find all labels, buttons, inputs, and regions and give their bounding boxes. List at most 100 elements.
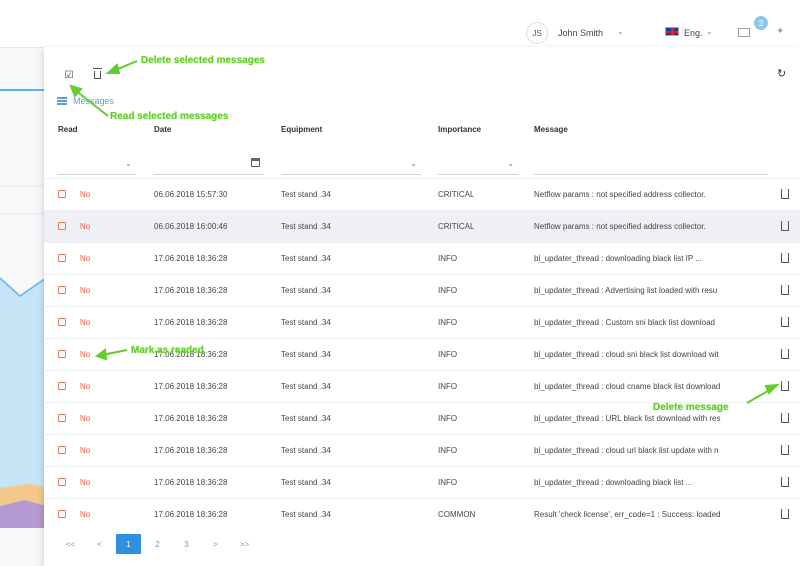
- row-message: bl_updater_thread : downloading black li…: [534, 478, 693, 487]
- check-square-icon[interactable]: ☑: [62, 68, 76, 82]
- row-checkbox[interactable]: [58, 446, 66, 454]
- row-date: 06.06.2018 15:57:30: [154, 190, 228, 199]
- importance-filter-select[interactable]: ⌄: [438, 153, 518, 175]
- page-2-button[interactable]: 2: [145, 534, 170, 554]
- trash-icon[interactable]: [781, 221, 789, 231]
- last-page-button[interactable]: >>: [232, 534, 257, 554]
- row-message: Result 'check license', err_code=1 : Suc…: [534, 510, 721, 519]
- read-status[interactable]: No: [80, 510, 90, 519]
- message-filter-input[interactable]: [534, 153, 768, 175]
- table-row[interactable]: No 17.06.2018 18:36:28 Test stand .34 IN…: [44, 434, 800, 466]
- read-status[interactable]: No: [80, 414, 90, 423]
- trash-icon[interactable]: [781, 253, 789, 263]
- tab-messages[interactable]: Messages: [57, 96, 114, 106]
- chevron-down-icon[interactable]: ⌄: [617, 27, 624, 36]
- refresh-icon[interactable]: ↻: [777, 67, 786, 80]
- read-status[interactable]: No: [80, 190, 90, 199]
- row-equipment: Test stand .34: [281, 318, 331, 327]
- row-equipment: Test stand .34: [281, 446, 331, 455]
- username[interactable]: John Smith: [558, 28, 603, 38]
- prev-page-button[interactable]: <: [87, 534, 112, 554]
- column-header-importance[interactable]: Importance: [438, 125, 481, 134]
- first-page-button[interactable]: <<: [58, 534, 83, 554]
- read-filter-select[interactable]: ⌄: [58, 153, 136, 175]
- avatar[interactable]: JS: [526, 22, 548, 44]
- equipment-filter-select[interactable]: ⌄: [281, 153, 421, 175]
- row-checkbox[interactable]: [58, 286, 66, 294]
- read-status[interactable]: No: [80, 382, 90, 391]
- background-chart: [0, 48, 46, 566]
- row-checkbox[interactable]: [58, 478, 66, 486]
- chevron-down-icon: ⌄: [507, 159, 514, 168]
- page-3-button[interactable]: 3: [174, 534, 199, 554]
- row-checkbox[interactable]: [58, 318, 66, 326]
- chevron-down-icon[interactable]: ⌄: [706, 27, 713, 36]
- page-1-button[interactable]: 1: [116, 534, 141, 554]
- table-row[interactable]: No 17.06.2018 18:36:28 Test stand .34 CO…: [44, 498, 800, 530]
- row-equipment: Test stand .34: [281, 382, 331, 391]
- pin-icon[interactable]: ✦: [776, 26, 784, 37]
- row-importance: INFO: [438, 350, 458, 359]
- trash-icon[interactable]: [781, 477, 789, 487]
- notification-badge[interactable]: 2: [754, 16, 768, 30]
- read-status[interactable]: No: [80, 478, 90, 487]
- row-checkbox[interactable]: [58, 382, 66, 390]
- table-row[interactable]: No 17.06.2018 18:36:28 Test stand .34 IN…: [44, 370, 800, 402]
- table-row[interactable]: No 17.06.2018 18:36:28 Test stand .34 IN…: [44, 274, 800, 306]
- column-header-equipment[interactable]: Equipment: [281, 125, 322, 134]
- read-status[interactable]: No: [80, 446, 90, 455]
- row-message: bl_updater_thread : cloud sni black list…: [534, 350, 719, 359]
- trash-icon[interactable]: [781, 317, 789, 327]
- row-importance: CRITICAL: [438, 222, 475, 231]
- row-date: 17.06.2018 18:36:28: [154, 446, 228, 455]
- trash-icon[interactable]: [781, 445, 789, 455]
- row-date: 17.06.2018 18:36:28: [154, 510, 228, 519]
- language-selector[interactable]: Eng.: [684, 28, 703, 38]
- row-equipment: Test stand .34: [281, 510, 331, 519]
- row-importance: CRITICAL: [438, 190, 475, 199]
- row-message: bl_updater_thread : cloud cname black li…: [534, 382, 721, 391]
- row-date: 17.06.2018 18:36:28: [154, 382, 228, 391]
- row-importance: INFO: [438, 382, 458, 391]
- read-status[interactable]: No: [80, 318, 90, 327]
- row-equipment: Test stand .34: [281, 286, 331, 295]
- date-filter-input[interactable]: [154, 153, 264, 175]
- read-status[interactable]: No: [80, 222, 90, 231]
- trash-icon[interactable]: [781, 189, 789, 199]
- read-status[interactable]: No: [80, 286, 90, 295]
- trash-icon[interactable]: [781, 381, 789, 391]
- column-header-date[interactable]: Date: [154, 125, 171, 134]
- mail-icon[interactable]: [738, 28, 750, 37]
- messages-panel: ☑ ↻ Messages Read Date Equipment Importa…: [44, 47, 800, 566]
- trash-icon[interactable]: [781, 285, 789, 295]
- table-row[interactable]: No 17.06.2018 18:36:28 Test stand .34 IN…: [44, 466, 800, 498]
- column-header-read[interactable]: Read: [58, 125, 78, 134]
- tab-label: Messages: [73, 96, 115, 106]
- trash-icon[interactable]: [781, 509, 789, 519]
- row-date: 17.06.2018 18:36:28: [154, 254, 228, 263]
- row-message: Netflow params : not specified address c…: [534, 190, 706, 199]
- row-checkbox[interactable]: [58, 254, 66, 262]
- annotation-delete-selected: Delete selected messages: [141, 55, 265, 66]
- read-status[interactable]: No: [80, 254, 90, 263]
- row-equipment: Test stand .34: [281, 350, 331, 359]
- trash-icon[interactable]: [90, 68, 104, 82]
- row-checkbox[interactable]: [58, 190, 66, 198]
- table-row[interactable]: No 17.06.2018 18:36:28 Test stand .34 IN…: [44, 242, 800, 274]
- uk-flag-icon[interactable]: [665, 27, 679, 36]
- calendar-icon[interactable]: [251, 158, 260, 167]
- table-row[interactable]: No 17.06.2018 18:36:28 Test stand .34 IN…: [44, 306, 800, 338]
- row-checkbox[interactable]: [58, 350, 66, 358]
- table-row[interactable]: No 06.06.2018 15:57:30 Test stand .34 CR…: [44, 178, 800, 210]
- row-checkbox[interactable]: [58, 222, 66, 230]
- trash-icon[interactable]: [781, 413, 789, 423]
- table-row[interactable]: No 06.06.2018 16:00:46 Test stand .34 CR…: [44, 210, 800, 242]
- trash-icon[interactable]: [781, 349, 789, 359]
- column-header-message[interactable]: Message: [534, 125, 568, 134]
- row-date: 06.06.2018 16:00:46: [154, 222, 228, 231]
- row-date: 17.06.2018 18:36:28: [154, 318, 228, 327]
- read-status[interactable]: No: [80, 350, 90, 359]
- row-checkbox[interactable]: [58, 510, 66, 518]
- row-checkbox[interactable]: [58, 414, 66, 422]
- next-page-button[interactable]: >: [203, 534, 228, 554]
